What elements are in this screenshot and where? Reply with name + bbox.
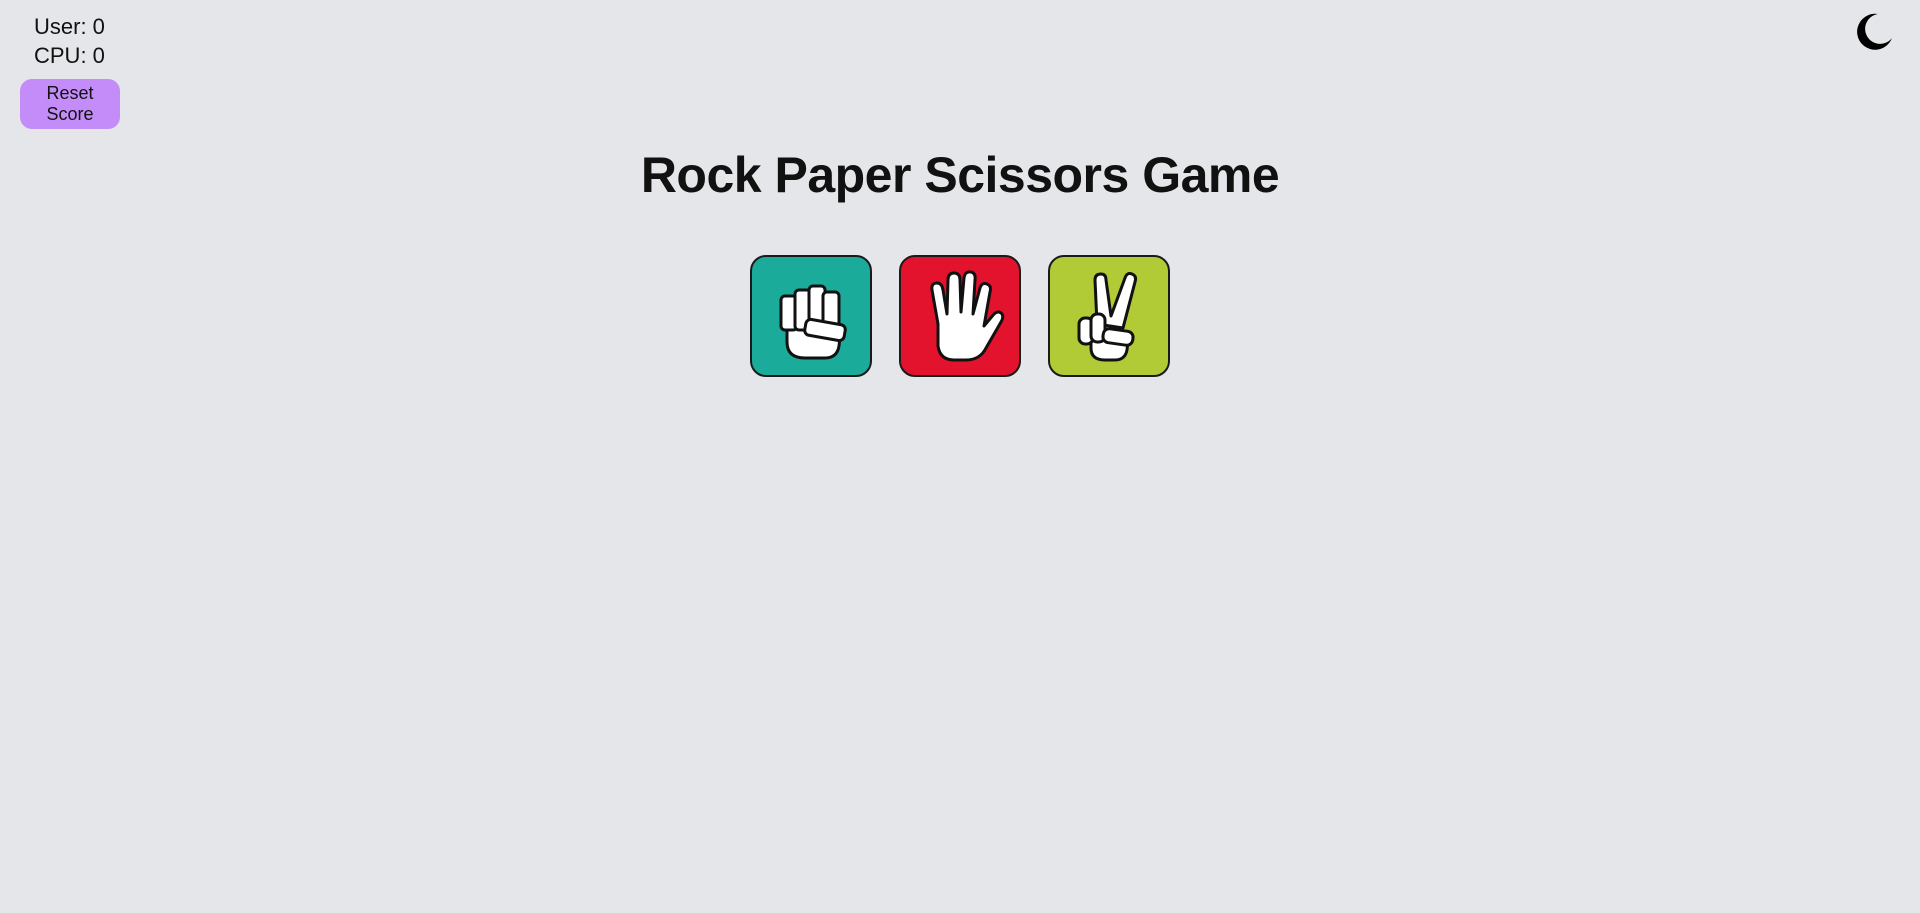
choices xyxy=(0,255,1920,377)
page-title: Rock Paper Scissors Game xyxy=(640,147,1280,203)
scissors-peace-icon xyxy=(1077,272,1138,362)
cpu-score: CPU: 0 xyxy=(34,43,105,68)
reset-score-button[interactable]: Reset Score xyxy=(20,79,120,129)
user-score: User: 0 xyxy=(34,14,105,39)
rock-button[interactable] xyxy=(750,255,872,377)
scissors-button[interactable] xyxy=(1048,255,1170,377)
paper-hand-icon xyxy=(930,270,1005,362)
scoreboard: User: 0 CPU: 0 Reset Score xyxy=(20,12,120,129)
rock-fist-icon xyxy=(779,284,847,360)
moon-icon[interactable] xyxy=(1852,10,1894,52)
paper-button[interactable] xyxy=(899,255,1021,377)
